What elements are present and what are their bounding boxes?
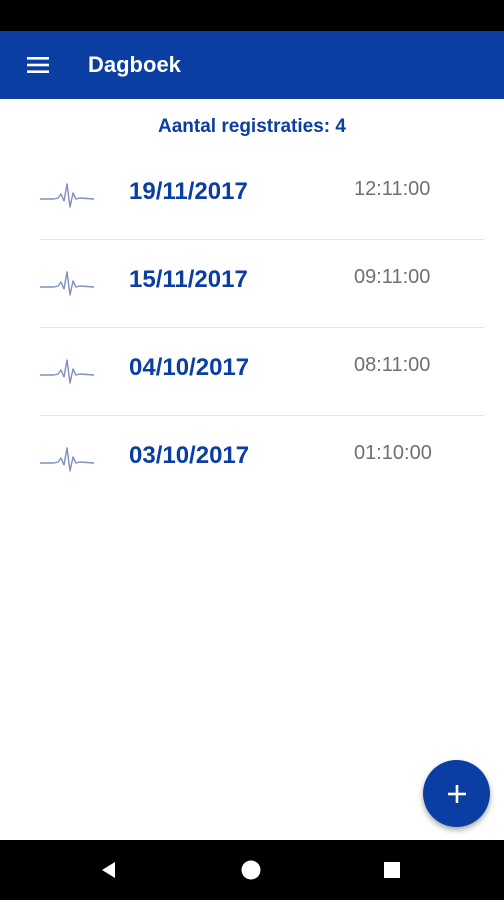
app-title: Dagboek (88, 52, 181, 77)
diary-entry[interactable]: 03/10/2017 01:10:00 (0, 416, 504, 504)
entry-date: 15/11/2017 (129, 266, 248, 293)
add-entry-button[interactable] (423, 760, 490, 827)
heartbeat-pulse-icon (40, 447, 94, 472)
entry-time: 09:11:00 (354, 266, 431, 288)
plus-icon (447, 784, 466, 803)
hamburger-menu-icon (27, 57, 49, 73)
back-button[interactable] (93, 854, 125, 886)
registration-count: Aantal registraties: 4 (158, 116, 346, 137)
heartbeat-pulse-icon (40, 183, 94, 208)
heartbeat-pulse-icon (40, 359, 94, 384)
entry-date: 04/10/2017 (129, 354, 250, 381)
diary-entry[interactable]: 19/11/2017 12:11:00 (0, 152, 504, 240)
app-bar: Dagboek (0, 31, 504, 99)
back-triangle-icon (102, 862, 115, 878)
entry-date: 03/10/2017 (129, 442, 250, 469)
entry-list: 19/11/2017 12:11:00 15/11/2017 09:11:00 … (0, 152, 504, 504)
home-circle-icon (241, 860, 261, 880)
recents-square-icon (384, 862, 400, 878)
system-navigation-bar (0, 840, 504, 900)
heartbeat-pulse-icon (40, 271, 94, 296)
diary-content: Aantal registraties: 4 19/11/2017 12:11:… (0, 99, 504, 840)
entry-time: 12:11:00 (354, 178, 431, 200)
entry-time: 01:10:00 (354, 442, 432, 464)
diary-entry[interactable]: 04/10/2017 08:11:00 (0, 328, 504, 416)
diary-entry[interactable]: 15/11/2017 09:11:00 (0, 240, 504, 328)
home-button[interactable] (235, 854, 267, 886)
entry-date: 19/11/2017 (129, 178, 248, 205)
recents-button[interactable] (376, 854, 408, 886)
status-bar (0, 0, 504, 31)
menu-button[interactable] (18, 47, 58, 83)
entry-time: 08:11:00 (354, 354, 431, 376)
